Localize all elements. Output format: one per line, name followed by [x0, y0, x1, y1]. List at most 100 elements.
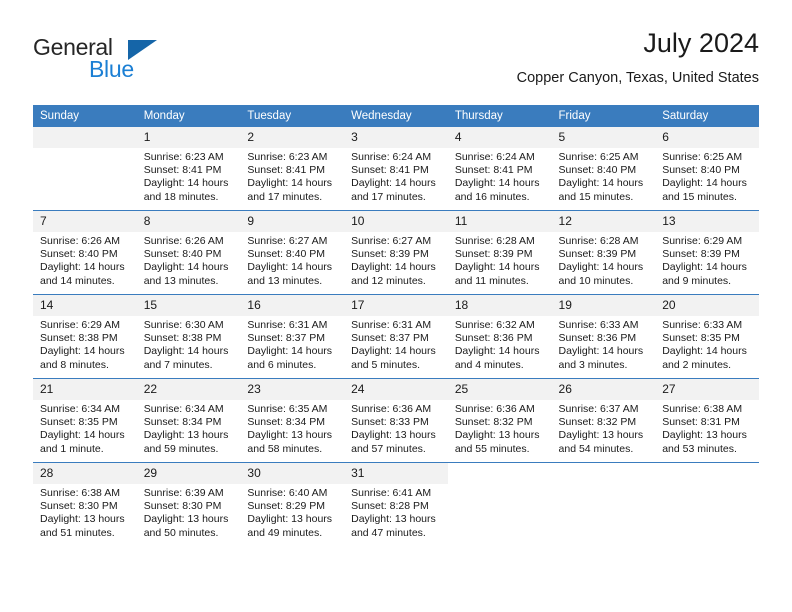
- calendar-day-cell[interactable]: 9 Sunrise: 6:27 AM Sunset: 8:40 PM Daylight…: [240, 210, 345, 295]
- calendar-day-cell[interactable]: [551, 462, 656, 546]
- calendar-day-cell[interactable]: 31 Sunrise: 6:41 AM Sunset: 8:28 PM Dayligh…: [344, 462, 448, 546]
- daylight-text-line1: Daylight: 14 hours: [454, 177, 540, 190]
- day-number: 23: [240, 379, 345, 400]
- calendar-day-cell[interactable]: 3 Sunrise: 6:24 AM Sunset: 8:41 PM Daylight…: [344, 127, 448, 211]
- calendar-day-cell[interactable]: 17 Sunrise: 6:31 AM Sunset: 8:37 PM Dayligh…: [344, 294, 448, 379]
- day-number: 4: [447, 127, 552, 148]
- day-number: 2: [240, 127, 345, 148]
- daylight-text-line1: Daylight: 14 hours: [40, 345, 125, 358]
- day-number: [655, 463, 759, 484]
- calendar-day-cell[interactable]: 18 Sunrise: 6:32 AM Sunset: 8:36 PM Dayligh…: [447, 294, 552, 379]
- calendar-day-cell[interactable]: 23 Sunrise: 6:35 AM Sunset: 8:34 PM Dayligh…: [240, 378, 345, 463]
- sunrise-text: Sunrise: 6:29 AM: [662, 235, 743, 247]
- page-title: July 2024: [643, 28, 759, 58]
- daylight-text-line2: and 15 minutes.: [662, 190, 737, 203]
- weekday-header-thursday: Thursday: [447, 105, 552, 127]
- sunset-text: Sunset: 8:29 PM: [247, 500, 326, 513]
- day-number: 3: [344, 127, 448, 148]
- day-details: Sunrise: 6:26 AM Sunset: 8:40 PM Daylight:…: [33, 232, 137, 288]
- day-details: Sunrise: 6:24 AM Sunset: 8:41 PM Daylight:…: [344, 148, 448, 204]
- calendar-day-cell[interactable]: 7 Sunrise: 6:26 AM Sunset: 8:40 PM Daylight…: [33, 210, 137, 295]
- calendar-day-cell[interactable]: 30 Sunrise: 6:40 AM Sunset: 8:29 PM Dayligh…: [240, 462, 345, 546]
- sunset-text: Sunset: 8:40 PM: [40, 248, 118, 261]
- calendar-day-cell[interactable]: [447, 462, 552, 546]
- daylight-text-line1: Daylight: 13 hours: [247, 513, 333, 526]
- day-details: Sunrise: 6:32 AM Sunset: 8:36 PM Daylight:…: [448, 316, 552, 372]
- sunrise-text: Sunrise: 6:29 AM: [40, 319, 120, 331]
- sunrise-text: Sunrise: 6:27 AM: [351, 235, 432, 247]
- calendar-day-cell[interactable]: 13 Sunrise: 6:29 AM Sunset: 8:39 PM Dayligh…: [655, 210, 759, 295]
- calendar-day-filled: 4 Sunrise: 6:24 AM Sunset: 8:41 PM Daylight…: [447, 127, 552, 210]
- sunrise-text: Sunrise: 6:37 AM: [558, 403, 639, 415]
- day-number: 6: [655, 127, 759, 148]
- sunset-text: Sunset: 8:32 PM: [558, 416, 637, 429]
- calendar-day-filled: 20 Sunrise: 6:33 AM Sunset: 8:35 PM Dayligh…: [655, 295, 759, 378]
- sunrise-text: Sunrise: 6:28 AM: [454, 235, 535, 247]
- calendar-day-filled: 2 Sunrise: 6:23 AM Sunset: 8:41 PM Daylight…: [240, 127, 345, 210]
- daylight-text-line2: and 59 minutes.: [143, 442, 219, 455]
- day-number: 25: [447, 379, 552, 400]
- calendar-week-row: 14 Sunrise: 6:29 AM Sunset: 8:38 PM Dayligh…: [33, 294, 759, 379]
- daylight-text-line1: Daylight: 14 hours: [558, 177, 644, 190]
- calendar-day-cell[interactable]: 19 Sunrise: 6:33 AM Sunset: 8:36 PM Dayligh…: [551, 294, 656, 379]
- calendar-day-cell[interactable]: 26 Sunrise: 6:37 AM Sunset: 8:32 PM Dayligh…: [551, 378, 656, 463]
- calendar-day-cell[interactable]: 28 Sunrise: 6:38 AM Sunset: 8:30 PM Dayligh…: [33, 462, 137, 546]
- sunset-text: Sunset: 8:36 PM: [558, 332, 637, 345]
- daylight-text-line1: Daylight: 14 hours: [558, 345, 644, 358]
- calendar-day-cell[interactable]: 15 Sunrise: 6:30 AM Sunset: 8:38 PM Dayligh…: [136, 294, 241, 379]
- sunset-text: Sunset: 8:33 PM: [351, 416, 429, 429]
- sunset-text: Sunset: 8:39 PM: [662, 248, 740, 261]
- sunrise-text: Sunrise: 6:31 AM: [247, 319, 328, 331]
- weekday-header-tuesday: Tuesday: [240, 105, 345, 127]
- sunset-text: Sunset: 8:37 PM: [247, 332, 326, 345]
- daylight-text-line1: Daylight: 14 hours: [247, 345, 333, 358]
- day-details: Sunrise: 6:28 AM Sunset: 8:39 PM Daylight:…: [448, 232, 552, 288]
- daylight-text-line1: Daylight: 13 hours: [40, 513, 125, 526]
- daylight-text-line2: and 1 minute.: [40, 442, 104, 455]
- daylight-text-line2: and 13 minutes.: [247, 274, 323, 287]
- sunrise-text: Sunrise: 6:26 AM: [40, 235, 120, 247]
- calendar-day-cell[interactable]: 11 Sunrise: 6:28 AM Sunset: 8:39 PM Dayligh…: [447, 210, 552, 295]
- calendar-day-cell[interactable]: 4 Sunrise: 6:24 AM Sunset: 8:41 PM Daylight…: [447, 127, 552, 211]
- calendar-body: 1 Sunrise: 6:23 AM Sunset: 8:41 PM Daylight…: [33, 127, 759, 546]
- calendar-day-cell[interactable]: 24 Sunrise: 6:36 AM Sunset: 8:33 PM Dayligh…: [344, 378, 448, 463]
- calendar-day-empty: [552, 463, 656, 546]
- sunrise-text: Sunrise: 6:31 AM: [351, 319, 432, 331]
- sunrise-text: Sunrise: 6:38 AM: [40, 487, 120, 499]
- sunrise-text: Sunrise: 6:36 AM: [351, 403, 432, 415]
- sunset-text: Sunset: 8:39 PM: [454, 248, 533, 261]
- calendar-day-filled: 6 Sunrise: 6:25 AM Sunset: 8:40 PM Daylight…: [655, 127, 759, 210]
- weekday-header-monday: Monday: [136, 105, 241, 127]
- calendar-day-cell[interactable]: 22 Sunrise: 6:34 AM Sunset: 8:34 PM Dayligh…: [136, 378, 241, 463]
- general-blue-logo[interactable]: General Blue: [33, 34, 243, 90]
- calendar-day-cell[interactable]: [655, 462, 759, 546]
- day-number: 12: [551, 211, 656, 232]
- calendar-day-filled: 18 Sunrise: 6:32 AM Sunset: 8:36 PM Dayligh…: [447, 295, 552, 378]
- daylight-text-line2: and 7 minutes.: [143, 358, 213, 371]
- calendar-day-cell[interactable]: 12 Sunrise: 6:28 AM Sunset: 8:39 PM Dayligh…: [551, 210, 656, 295]
- calendar-day-cell[interactable]: 10 Sunrise: 6:27 AM Sunset: 8:39 PM Dayligh…: [344, 210, 448, 295]
- calendar-day-cell[interactable]: 21 Sunrise: 6:34 AM Sunset: 8:35 PM Dayligh…: [33, 378, 137, 463]
- daylight-text-line2: and 54 minutes.: [558, 442, 634, 455]
- daylight-text-line2: and 8 minutes.: [40, 358, 109, 371]
- calendar-day-cell[interactable]: 1 Sunrise: 6:23 AM Sunset: 8:41 PM Daylight…: [136, 127, 241, 211]
- calendar-day-cell[interactable]: [33, 127, 137, 211]
- calendar-day-cell[interactable]: 25 Sunrise: 6:36 AM Sunset: 8:32 PM Dayligh…: [447, 378, 552, 463]
- calendar-day-cell[interactable]: 27 Sunrise: 6:38 AM Sunset: 8:31 PM Dayligh…: [655, 378, 759, 463]
- calendar-day-cell[interactable]: 5 Sunrise: 6:25 AM Sunset: 8:40 PM Daylight…: [551, 127, 656, 211]
- daylight-text-line2: and 15 minutes.: [558, 190, 634, 203]
- sunrise-text: Sunrise: 6:27 AM: [247, 235, 328, 247]
- calendar-day-cell[interactable]: 8 Sunrise: 6:26 AM Sunset: 8:40 PM Daylight…: [136, 210, 241, 295]
- calendar-day-cell[interactable]: 6 Sunrise: 6:25 AM Sunset: 8:40 PM Daylight…: [655, 127, 759, 211]
- daylight-text-line2: and 4 minutes.: [454, 358, 524, 371]
- calendar-day-cell[interactable]: 14 Sunrise: 6:29 AM Sunset: 8:38 PM Dayligh…: [33, 294, 137, 379]
- calendar-day-cell[interactable]: 29 Sunrise: 6:39 AM Sunset: 8:30 PM Dayligh…: [136, 462, 241, 546]
- calendar-day-cell[interactable]: 20 Sunrise: 6:33 AM Sunset: 8:35 PM Dayligh…: [655, 294, 759, 379]
- calendar-day-filled: 30 Sunrise: 6:40 AM Sunset: 8:29 PM Dayligh…: [240, 463, 345, 546]
- daylight-text-line2: and 58 minutes.: [247, 442, 323, 455]
- sunrise-text: Sunrise: 6:40 AM: [247, 487, 328, 499]
- daylight-text-line1: Daylight: 14 hours: [351, 261, 436, 274]
- daylight-text-line1: Daylight: 13 hours: [143, 429, 229, 442]
- calendar-day-cell[interactable]: 2 Sunrise: 6:23 AM Sunset: 8:41 PM Daylight…: [240, 127, 345, 211]
- calendar-day-cell[interactable]: 16 Sunrise: 6:31 AM Sunset: 8:37 PM Dayligh…: [240, 294, 345, 379]
